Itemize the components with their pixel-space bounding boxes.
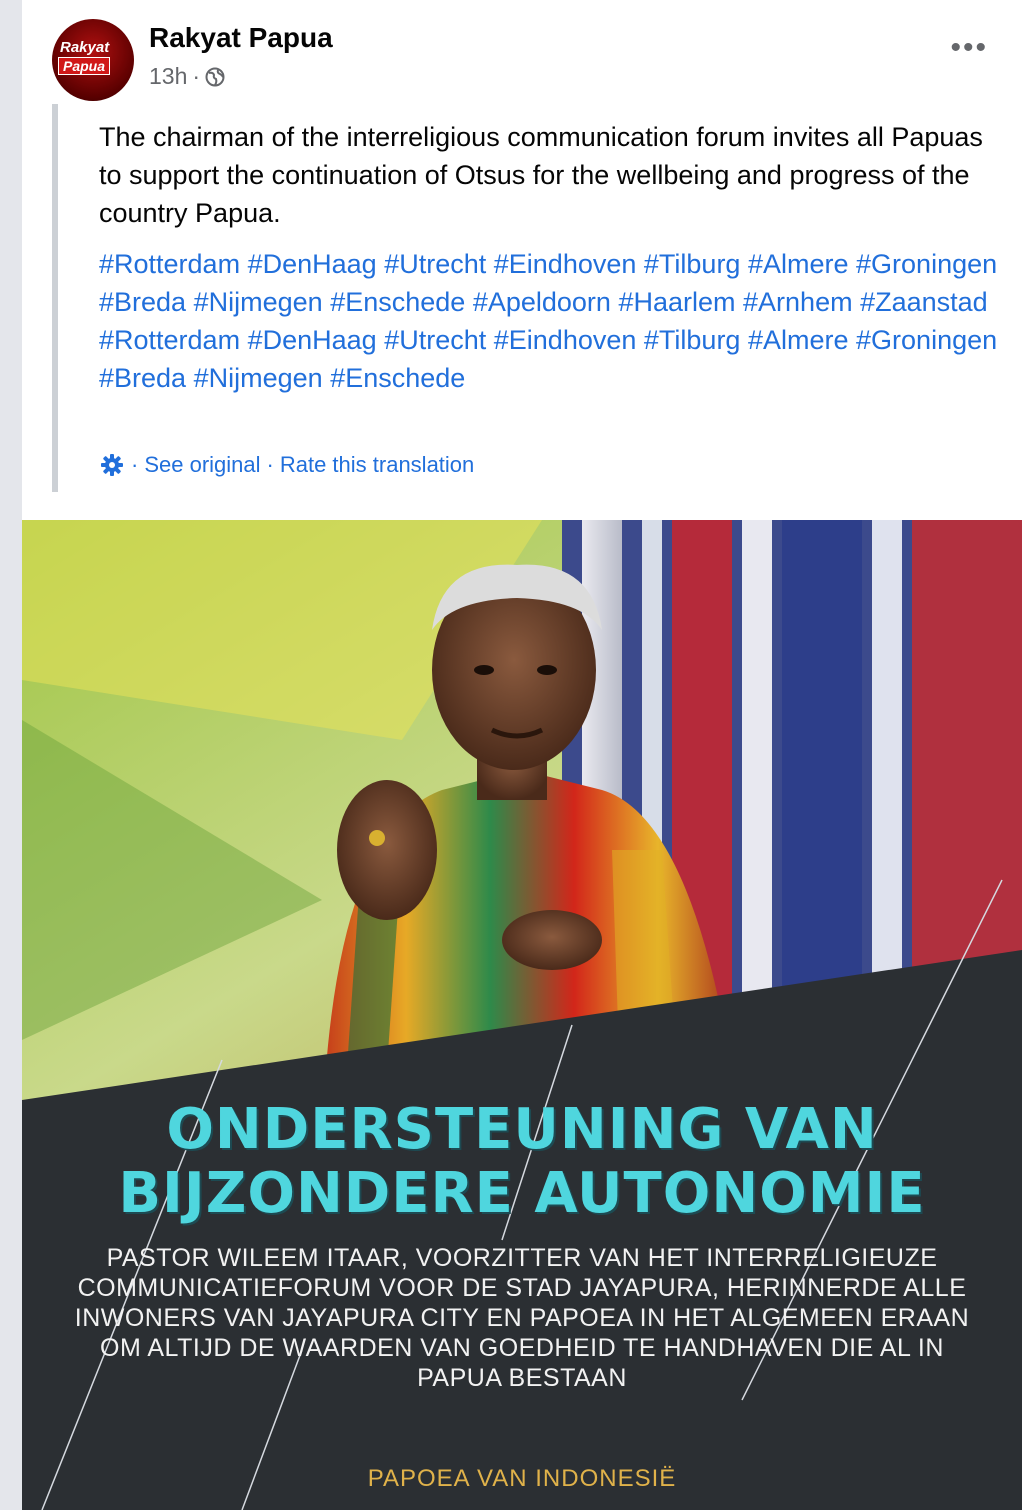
page-name-link[interactable]: Rakyat Papua [149, 22, 333, 54]
hashtag-link[interactable]: #Utrecht [384, 325, 486, 355]
translation-links: · See original · Rate this translation [99, 452, 474, 478]
hashtag-link[interactable]: #Zaanstad [860, 287, 988, 317]
post-timestamp[interactable]: 13h [149, 63, 187, 90]
rate-translation-link[interactable]: Rate this translation [280, 452, 474, 478]
headline-line-2: BIJZONDERE AUTONOMIE [118, 1161, 926, 1226]
hashtag-link[interactable]: #Rotterdam [99, 249, 240, 279]
hashtag-link[interactable]: #Rotterdam [99, 325, 240, 355]
hashtag-link[interactable]: #Eindhoven [494, 249, 637, 279]
globe-icon[interactable] [205, 67, 225, 87]
hashtag-link[interactable]: #Almere [748, 325, 849, 355]
hashtag-link[interactable]: #Apeldoorn [473, 287, 611, 317]
translated-post-body: The chairman of the interreligious commu… [52, 104, 1003, 492]
gear-icon[interactable] [99, 452, 125, 478]
hashtag-link[interactable]: #Arnhem [743, 287, 853, 317]
page-avatar[interactable]: Rakyat Papua [52, 19, 134, 101]
hashtag-list: #Rotterdam #DenHaag #Utrecht #Eindhoven … [99, 245, 1009, 397]
image-subtext: PASTOR WILEEM ITAAR, VOORZITTER VAN HET … [74, 1244, 970, 1392]
post-header: Rakyat Papua Rakyat Papua 13h · ••• [22, 0, 1022, 101]
hashtag-link[interactable]: #Haarlem [618, 287, 735, 317]
translation-separator: · [131, 452, 139, 477]
translation-separator: · [266, 452, 274, 477]
hashtag-link[interactable]: #Enschede [330, 287, 465, 317]
headline-line-1: ONDERSTEUNING VAN [166, 1097, 878, 1162]
image-footer-text: PAPOEA VAN INDONESIË [367, 1465, 677, 1492]
hashtag-link[interactable]: #Breda [99, 287, 186, 317]
hashtag-link[interactable]: #Breda [99, 363, 186, 393]
post-text: The chairman of the interreligious commu… [99, 122, 983, 228]
post-image[interactable]: ONDERSTEUNING VAN BIJZONDERE AUTONOMIE P… [22, 520, 1022, 1510]
hashtag-link[interactable]: #Tilburg [644, 325, 741, 355]
hashtag-link[interactable]: #Eindhoven [494, 325, 637, 355]
hashtag-link[interactable]: #Utrecht [384, 249, 486, 279]
image-headline: ONDERSTEUNING VAN BIJZONDERE AUTONOMIE [22, 1098, 1022, 1226]
meta-separator: · [192, 63, 201, 89]
hashtag-link[interactable]: #Nijmegen [194, 363, 323, 393]
hashtag-link[interactable]: #Enschede [330, 363, 465, 393]
hashtag-link[interactable]: #Groningen [856, 249, 997, 279]
hashtag-link[interactable]: #Tilburg [644, 249, 741, 279]
hashtag-link[interactable]: #DenHaag [248, 325, 377, 355]
avatar-logo-text-1: Rakyat [60, 39, 110, 56]
hashtag-link[interactable]: #Groningen [856, 325, 997, 355]
avatar-logo-text-2: Papua [58, 57, 111, 75]
hashtag-link[interactable]: #DenHaag [248, 249, 377, 279]
hashtag-link[interactable]: #Nijmegen [194, 287, 323, 317]
facebook-post-card: Rakyat Papua Rakyat Papua 13h · ••• The … [22, 0, 1022, 1510]
more-options-button[interactable]: ••• [950, 33, 988, 63]
hashtag-link[interactable]: #Almere [748, 249, 849, 279]
post-meta: 13h · [149, 63, 225, 90]
see-original-link[interactable]: See original [144, 452, 260, 478]
